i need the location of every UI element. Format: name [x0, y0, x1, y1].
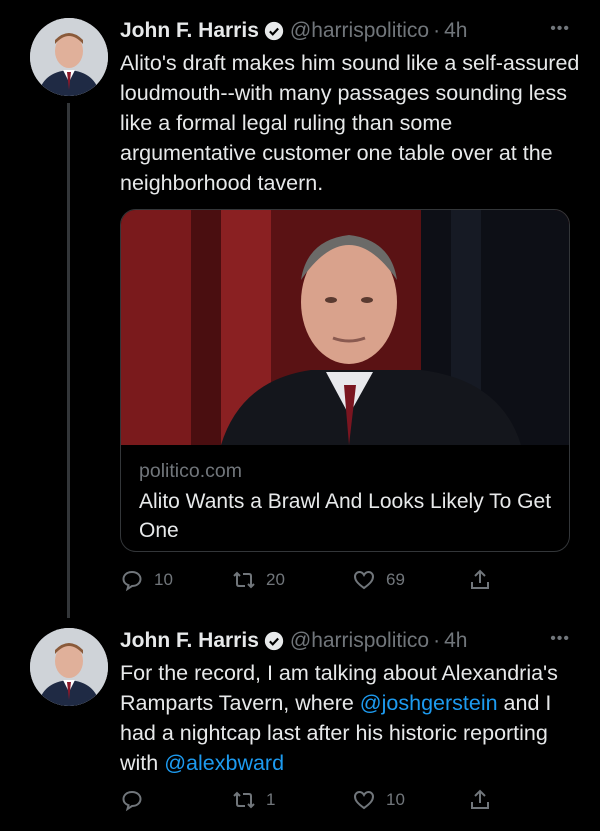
retweet-button[interactable]: 1 — [232, 785, 275, 815]
author-name[interactable]: John F. Harris — [120, 629, 259, 653]
article-photo — [121, 210, 569, 445]
retweet-icon — [233, 571, 255, 589]
tweet-actions: 10 20 69 — [120, 565, 580, 595]
reply-button[interactable] — [120, 785, 154, 815]
like-count: 10 — [386, 790, 405, 809]
tweet-text: Alito's draft makes him sound like a sel… — [120, 51, 580, 195]
reply-button[interactable]: 10 — [120, 565, 173, 595]
tweet-time[interactable]: 4h — [444, 629, 467, 653]
share-button[interactable] — [468, 565, 502, 595]
reply-count: 10 — [154, 570, 173, 589]
author-handle[interactable]: @harrispolitico — [290, 19, 429, 43]
more-icon[interactable]: ••• — [550, 630, 570, 648]
mention-link[interactable]: @alexbward — [164, 751, 284, 775]
share-icon — [471, 789, 489, 809]
more-icon[interactable]: ••• — [550, 20, 570, 38]
card-domain: politico.com — [139, 460, 242, 482]
thread-line — [67, 103, 70, 618]
retweet-count: 20 — [266, 570, 285, 589]
verified-badge-icon — [264, 631, 284, 651]
card-title: Alito Wants a Brawl And Looks Likely To … — [139, 490, 552, 542]
tweet-text: For the record, I am talking about Alexa… — [120, 658, 580, 778]
tweet-header: John F. Harris @harrispolitico · 4h ••• — [120, 626, 580, 656]
like-count: 69 — [386, 570, 405, 589]
author-avatar[interactable] — [30, 18, 108, 96]
reply-icon — [122, 570, 142, 592]
author-name[interactable]: John F. Harris — [120, 19, 259, 43]
like-icon — [353, 570, 375, 590]
tweet-time[interactable]: 4h — [444, 19, 467, 43]
author-handle[interactable]: @harrispolitico — [290, 629, 429, 653]
separator-dot: · — [433, 19, 441, 42]
verified-badge-icon — [264, 21, 284, 41]
tweet-2[interactable]: John F. Harris @harrispolitico · 4h ••• … — [0, 610, 600, 831]
separator-dot: · — [433, 629, 441, 652]
author-avatar[interactable] — [30, 628, 108, 706]
retweet-count: 1 — [266, 790, 276, 809]
retweet-button[interactable]: 20 — [232, 565, 285, 595]
like-button[interactable]: 69 — [352, 565, 405, 595]
reply-icon — [122, 790, 142, 812]
share-button[interactable] — [468, 785, 502, 815]
link-card[interactable]: politico.com Alito Wants a Brawl And Loo… — [120, 209, 570, 552]
tweet-actions: 1 10 — [120, 785, 580, 815]
like-icon — [353, 790, 375, 810]
tweet-header: John F. Harris @harrispolitico · 4h ••• — [120, 16, 580, 46]
retweet-icon — [233, 791, 255, 809]
share-icon — [471, 569, 489, 589]
tweet-1[interactable]: John F. Harris @harrispolitico · 4h ••• … — [0, 0, 600, 618]
like-button[interactable]: 10 — [352, 785, 405, 815]
mention-link[interactable]: @joshgerstein — [360, 691, 498, 715]
